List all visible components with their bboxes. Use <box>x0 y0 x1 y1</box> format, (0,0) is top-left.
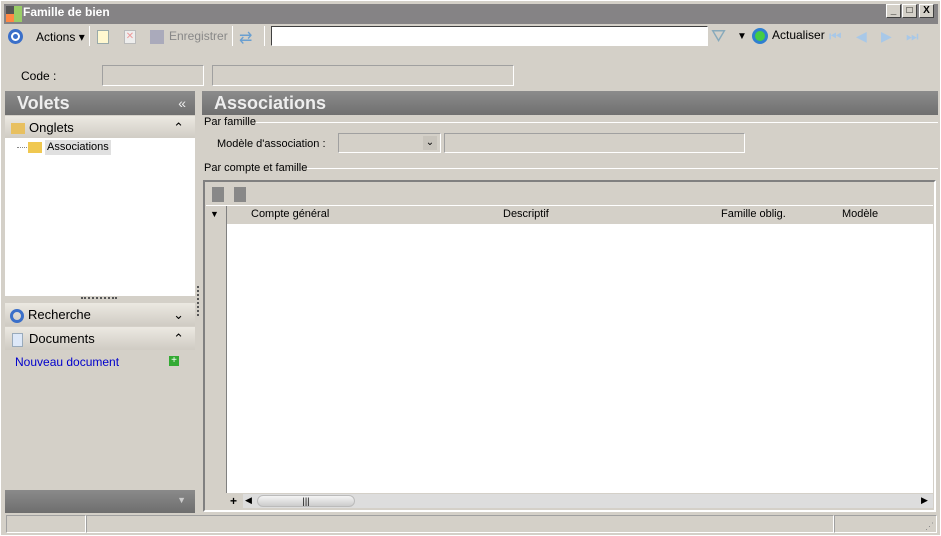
status-cell <box>86 515 834 533</box>
documents-section-header[interactable]: Documents ⌃ <box>5 327 195 350</box>
add-icon[interactable]: + <box>169 356 179 366</box>
first-record-icon[interactable]: ⏮ <box>829 28 842 45</box>
splitter-handle[interactable] <box>81 297 117 299</box>
par-compte-group-label: Par compte et famille <box>204 162 308 174</box>
scroll-thumb[interactable]: ||| <box>257 495 355 507</box>
code-description-field[interactable] <box>212 65 514 86</box>
volets-title: Volets <box>17 93 70 113</box>
close-button[interactable]: X <box>919 4 934 18</box>
separator <box>264 26 265 46</box>
grid-new-icon[interactable] <box>212 187 224 202</box>
new-icon[interactable] <box>97 30 109 44</box>
new-document-link[interactable]: Nouveau document <box>15 355 119 369</box>
model-dropdown[interactable]: ⌄ <box>338 133 441 153</box>
documents-label: Documents <box>29 331 95 346</box>
refresh-label: Actualiser <box>772 28 825 43</box>
title-bar <box>4 4 938 24</box>
panel-footer: ▼ <box>5 490 195 513</box>
folder-icon <box>11 123 25 135</box>
resize-grip-icon[interactable]: ⋰ <box>925 521 934 532</box>
previous-record-icon[interactable]: ◀ <box>856 28 867 45</box>
associations-header: Associations <box>202 91 938 115</box>
code-label: Code : <box>21 69 57 83</box>
par-famille-group-label: Par famille <box>204 116 256 128</box>
divider <box>206 205 933 206</box>
divider <box>307 168 938 169</box>
onglets-label: Onglets <box>29 120 74 135</box>
divider <box>256 122 938 123</box>
grid-edit-icon[interactable] <box>234 187 246 202</box>
status-cell <box>6 515 86 533</box>
save-button[interactable]: Enregistrer <box>150 29 228 44</box>
add-row-button[interactable]: + <box>230 494 237 508</box>
tree-item-associations[interactable]: Associations <box>45 140 111 155</box>
delete-icon[interactable]: ✕ <box>124 30 136 44</box>
scroll-left-icon[interactable]: ◀ <box>245 495 252 506</box>
search-target-icon <box>10 308 24 323</box>
column-header-famille[interactable]: Famille oblig. <box>721 208 786 220</box>
maximize-button[interactable]: □ <box>902 4 917 18</box>
collapse-panel-button[interactable]: « <box>178 91 186 115</box>
refresh-button[interactable]: Actualiser <box>752 28 825 44</box>
dropdown-icon[interactable]: ▼ <box>177 495 186 505</box>
next-record-icon[interactable]: ▶ <box>881 28 892 45</box>
row-menu-icon[interactable]: ▼ <box>210 209 219 219</box>
open-folder-icon <box>28 142 42 153</box>
recherche-label: Recherche <box>28 307 91 322</box>
separator <box>232 26 233 46</box>
onglets-section-header[interactable]: Onglets ⌃ <box>5 116 195 139</box>
column-header-modele[interactable]: Modèle <box>842 208 878 220</box>
status-cell <box>834 515 937 533</box>
column-header-descriptif[interactable]: Descriptif <box>503 208 549 220</box>
chevron-up-icon: ⌃ <box>173 331 184 346</box>
column-header-compte[interactable]: Compte général <box>251 208 329 220</box>
search-input[interactable] <box>271 26 708 46</box>
code-field[interactable] <box>102 65 204 86</box>
actions-label: Actions <box>36 30 76 44</box>
filter-icon[interactable]: ⛛ <box>711 26 726 47</box>
volets-header: Volets « <box>5 91 195 115</box>
last-record-icon[interactable]: ⏭ <box>906 28 919 45</box>
vertical-splitter[interactable] <box>197 286 199 316</box>
save-label: Enregistrer <box>169 29 228 43</box>
app-icon <box>6 6 22 22</box>
refresh-icon <box>752 28 768 44</box>
grid-body <box>227 224 933 493</box>
model-description-field[interactable] <box>444 133 745 153</box>
window-title: Famille de bien <box>23 5 110 19</box>
scroll-right-icon[interactable]: ▶ <box>921 495 928 506</box>
actions-menu[interactable]: Actions ▾ <box>36 30 85 44</box>
chevron-down-icon: ▾ <box>78 30 85 44</box>
separator <box>89 26 90 46</box>
document-icon <box>12 332 23 347</box>
filter-dropdown-icon[interactable]: ▼ <box>737 31 747 42</box>
model-label: Modèle d'association : <box>217 138 326 150</box>
chevron-up-icon: ⌃ <box>173 120 184 135</box>
target-icon[interactable] <box>8 29 23 44</box>
chevron-down-icon: ⌄ <box>173 307 184 322</box>
minimize-button[interactable]: _ <box>886 4 901 18</box>
chevron-down-icon[interactable]: ⌄ <box>423 136 437 150</box>
tree-view <box>5 138 195 296</box>
sync-icon[interactable]: ⇄ <box>239 28 252 48</box>
recherche-section-header[interactable]: Recherche ⌄ <box>5 303 195 326</box>
save-icon <box>150 29 164 44</box>
